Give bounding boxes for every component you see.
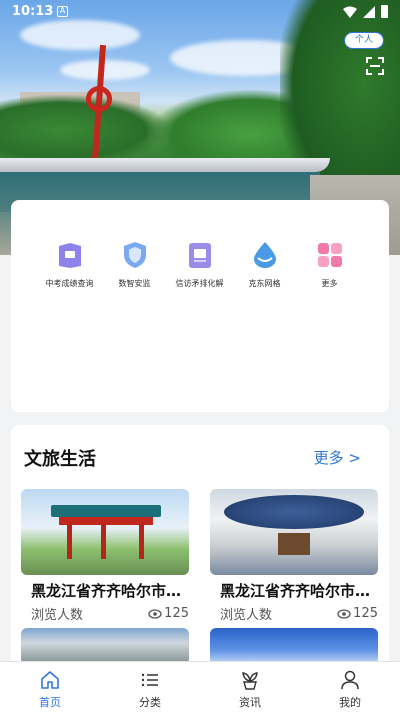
railing	[0, 158, 330, 172]
views-number: 125	[164, 606, 189, 621]
eye-icon	[337, 608, 351, 619]
service-label: 数智安监	[118, 279, 151, 288]
views-label: 浏览人数	[220, 608, 273, 623]
tab-label: 资讯	[239, 696, 261, 709]
card-image	[21, 489, 189, 575]
views-count: 125	[337, 604, 378, 623]
petition-icon	[188, 243, 211, 268]
service-kedong-grid[interactable]: 克东网格	[232, 240, 297, 289]
service-smart-safety[interactable]: 数智安监	[102, 240, 167, 289]
service-label: 信访矛排化解	[175, 279, 224, 288]
card-image	[210, 628, 378, 665]
notification-a-icon: A	[57, 6, 68, 17]
views-label: 浏览人数	[31, 608, 84, 623]
battery-icon	[381, 5, 388, 18]
status-time: 10:13	[12, 4, 54, 19]
services-grid: 中考成绩查询 数智安监 信访矛排化解 克东网格 更多	[11, 240, 389, 289]
card-image	[21, 628, 189, 665]
card-title: 黑龙江省齐齐哈尔市昂昂溪区	[220, 582, 378, 600]
scan-icon[interactable]	[366, 57, 384, 75]
eye-icon	[148, 608, 162, 619]
culture-section: 文旅生活 更多 > 黑龙江省齐齐哈尔市昂昂溪区 浏览人数 125	[11, 425, 389, 665]
service-more[interactable]: 更多	[297, 240, 362, 289]
tab-category[interactable]: 分类	[100, 662, 200, 712]
culture-card[interactable]	[21, 628, 189, 665]
culture-card[interactable]: 黑龙江省齐齐哈尔市昂昂溪区 浏览人数 125	[210, 489, 378, 623]
bottom-tab-bar: 首页 分类 资讯 我的	[0, 661, 400, 712]
views-number: 125	[353, 606, 378, 621]
shield-icon	[123, 242, 146, 268]
list-icon	[141, 673, 158, 687]
sculpture-ring	[86, 86, 112, 112]
culture-card[interactable]: 黑龙江省齐齐哈尔市昂昂溪区 浏览人数 125	[21, 489, 189, 623]
signal-icon	[363, 5, 375, 18]
section-title: 文旅生活	[24, 449, 96, 470]
home-icon	[41, 671, 59, 689]
services-card: 中考成绩查询 数智安监 信访矛排化解 克东网格 更多	[11, 200, 389, 412]
service-exam-score[interactable]: 中考成绩查询	[37, 240, 102, 289]
sprout-icon	[242, 672, 258, 690]
card-image	[210, 489, 378, 575]
more-link[interactable]: 更多 >	[314, 447, 361, 468]
personal-button[interactable]: 个人	[343, 32, 384, 49]
user-icon	[341, 670, 359, 690]
water-drop-icon	[253, 242, 276, 268]
tab-label: 首页	[39, 696, 61, 709]
trees	[0, 95, 170, 165]
cloud	[60, 60, 150, 80]
service-label: 更多	[321, 279, 338, 288]
tab-label: 分类	[139, 696, 161, 709]
tab-mine[interactable]: 我的	[300, 662, 400, 712]
tab-home[interactable]: 首页	[0, 662, 100, 712]
views-count: 125	[148, 604, 189, 623]
grid-more-icon	[317, 243, 342, 267]
culture-card[interactable]	[210, 628, 378, 665]
cloud	[20, 20, 140, 50]
exam-score-icon	[58, 243, 81, 268]
status-bar: 10:13 A	[0, 0, 400, 24]
card-title: 黑龙江省齐齐哈尔市昂昂溪区	[31, 582, 189, 600]
service-petition[interactable]: 信访矛排化解	[167, 240, 232, 289]
wifi-icon	[343, 6, 357, 18]
service-label: 中考成绩查询	[45, 279, 94, 288]
tab-label: 我的	[339, 696, 361, 709]
service-label: 克东网格	[248, 279, 281, 288]
tab-news[interactable]: 资讯	[200, 662, 300, 712]
